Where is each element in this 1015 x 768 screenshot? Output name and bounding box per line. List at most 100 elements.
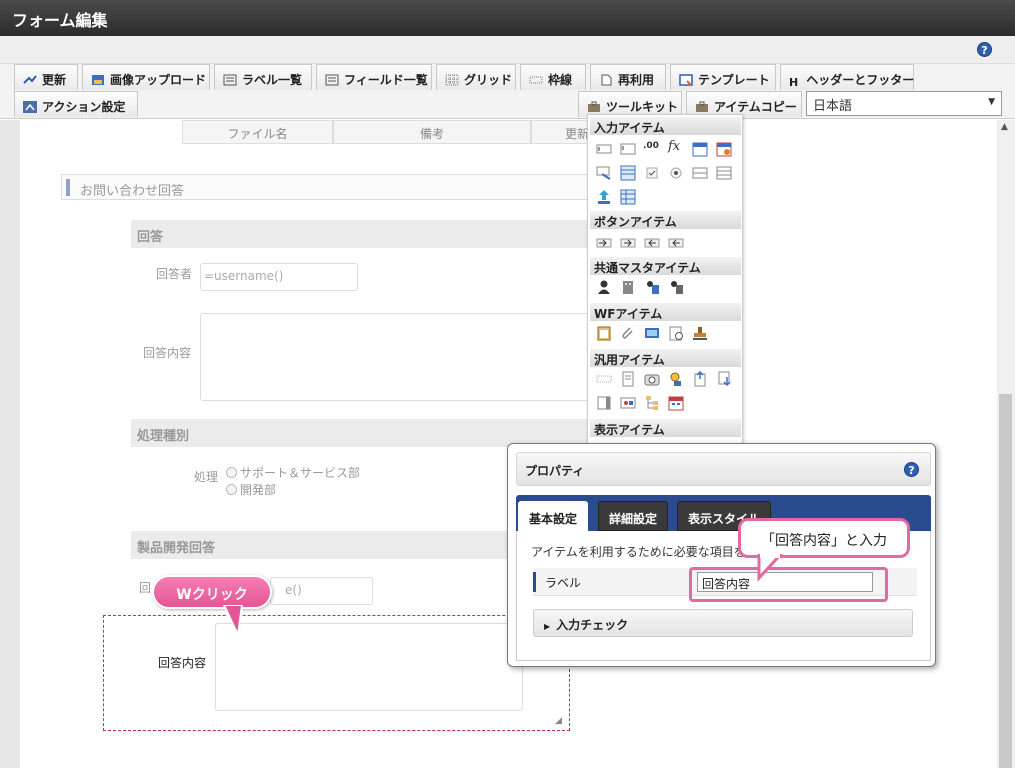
double-click-callout-pointer [222,605,244,639]
scroll-up-icon[interactable]: ▲ [1001,122,1008,132]
tab-detail-settings[interactable]: 詳細設定 [598,501,669,531]
tab-basic-settings[interactable]: 基本設定 [518,501,589,531]
return-button-item-icon[interactable] [668,235,684,251]
palette-category-input: 入力アイテム [590,117,741,135]
grid-icon [445,74,459,86]
wf-attachment-item-icon[interactable] [620,325,636,341]
update-icon [23,74,37,86]
select-item-icon[interactable] [716,165,732,181]
combo-item-icon[interactable] [692,165,708,181]
next-button-item-icon[interactable] [620,235,636,251]
table-header-notes: 備考 [333,120,531,144]
table-item-icon[interactable] [620,189,636,205]
responder-label-2: 回 [139,581,152,595]
update-button[interactable]: 更新 [14,64,78,90]
label-input-highlight [689,567,888,602]
textbox-item-icon[interactable] [596,141,612,157]
answer-content-label-2: 回答内容 [158,656,207,670]
radio-button[interactable] [226,484,237,495]
grid-button[interactable]: グリッド [436,64,516,90]
section-title: お問い合わせ回答 [61,174,601,200]
wf-clipboard-item-icon[interactable] [596,325,612,341]
file-upload-item-icon[interactable] [596,189,612,205]
formula-item-icon[interactable]: fx [668,139,684,155]
responder-input[interactable]: =username() [200,263,358,291]
vertical-scrollbar[interactable]: ▲ [997,120,1015,768]
item-copy-icon [695,101,709,113]
input-check-section[interactable]: ▶ 入力チェック [533,609,913,637]
window-title: フォーム編集 [0,0,1015,36]
header-footer-icon: H [789,76,799,89]
palette-category-display: 表示アイテム [590,419,741,437]
date-item-icon[interactable] [692,141,708,157]
scrollbar-thumb[interactable] [999,394,1012,768]
image-display-item-icon[interactable] [620,395,636,411]
position-master-item-icon[interactable] [644,279,660,295]
image-upload-button[interactable]: 画像アップロード [82,64,210,90]
datetime-item-icon[interactable] [716,141,732,157]
camera-item-icon[interactable] [644,371,660,387]
hidden-item-icon[interactable] [596,371,612,387]
document-item-icon[interactable] [620,371,636,387]
lookup-item-icon[interactable] [668,371,684,387]
header-footer-button[interactable]: H ヘッダーとフッター [780,64,914,90]
answer-content-textarea[interactable] [200,313,600,401]
wf-image-item-icon[interactable] [644,325,660,341]
answer-content-textarea-2[interactable] [215,623,523,711]
label-field-label: ラベル [545,576,582,590]
language-select[interactable]: 日本語 ▼ [806,91,1002,116]
import-item-icon[interactable] [716,371,732,387]
textarea-item-icon[interactable] [620,141,636,157]
user-master-item-icon[interactable] [596,279,612,295]
process-label: 処理 [194,470,219,484]
calendar-item-icon[interactable] [668,395,684,411]
chevron-down-icon: ▼ [988,97,995,107]
image-upload-icon [91,74,105,86]
tree-item-icon[interactable] [644,395,660,411]
label-row-marker [533,572,536,592]
number-item-icon[interactable]: .00 [643,141,659,157]
toolkit-icon [587,101,601,113]
palette-category-button: ボタンアイテム [590,211,741,229]
frame-item-icon[interactable] [596,395,612,411]
template-button[interactable]: テンプレート [670,64,776,90]
template-icon [679,74,693,86]
export-item-icon[interactable] [692,371,708,387]
help-bar: ? [0,36,1015,64]
radio-button[interactable] [226,467,237,478]
enter-text-callout-pointer [757,554,784,582]
label-list-button[interactable]: ラベル一覧 [214,64,312,90]
answer-content-label: 回答内容 [143,346,192,360]
border-icon [529,74,543,86]
table-header-updated: 更新 [531,120,591,144]
resize-grip-icon[interactable]: ◢ [555,716,562,726]
organization-master-item-icon[interactable] [620,279,636,295]
border-button[interactable]: 枠線 [520,64,586,90]
properties-help-icon[interactable]: ? [904,462,919,477]
palette-category-wf: WFアイテム [590,303,741,321]
reuse-button[interactable]: 再利用 [590,64,666,90]
table-header-filename: ファイル名 [182,120,333,144]
radio-option-support[interactable]: サポート＆サービス部 [226,464,360,481]
help-icon[interactable]: ? [977,42,992,57]
wf-history-item-icon[interactable] [668,325,684,341]
radio-item-icon[interactable] [668,165,684,181]
properties-title: プロパティ ? [516,452,931,486]
enter-text-callout: 「回答内容」と入力 [738,518,910,558]
action-settings-button[interactable]: アクション設定 [14,91,138,117]
double-click-callout: Wクリック [152,575,272,609]
field-list-icon [325,74,339,86]
register-button-item-icon[interactable] [596,235,612,251]
label-list-icon [223,74,237,86]
radio-option-development[interactable]: 開発部 [226,481,276,498]
back-button-item-icon[interactable] [644,235,660,251]
checkbox-item-icon[interactable] [644,165,660,181]
expand-arrow-icon: ▶ [544,622,551,631]
responder-input-2[interactable]: e() [270,577,373,605]
wf-stamp-item-icon[interactable] [692,325,708,341]
user-select-item-icon[interactable] [596,165,612,181]
role-master-item-icon[interactable] [668,279,684,295]
responder-label: 回答者 [156,267,193,281]
field-list-button[interactable]: フィールド一覧 [316,64,432,90]
list-item-icon[interactable] [620,165,636,181]
